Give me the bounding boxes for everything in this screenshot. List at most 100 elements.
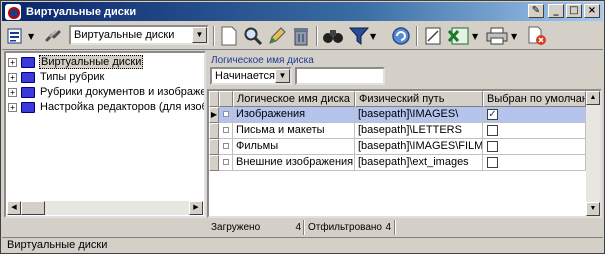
- toolbar-separator: [213, 26, 215, 46]
- tree-item-editor-settings[interactable]: + Настройка редакторов (для изображ: [8, 99, 204, 115]
- filter-condition-select[interactable]: Начинается ▼: [210, 67, 292, 85]
- tree-panel[interactable]: + Виртуальные диски + Типы рубрик + Рубр…: [4, 51, 206, 218]
- filtered-label: Отфильтровано: [308, 222, 382, 233]
- maximize-button[interactable]: □: [566, 4, 582, 18]
- table-row-selector[interactable]: [219, 123, 233, 139]
- view-list-icon[interactable]: [5, 25, 27, 47]
- tree-horizontal-scrollbar[interactable]: ◀ ▶: [7, 201, 203, 215]
- table-cell-name[interactable]: Фильмы: [233, 139, 355, 155]
- expand-icon[interactable]: +: [8, 57, 17, 67]
- table-cell-default[interactable]: ✓: [483, 107, 586, 123]
- toolbar: ▼ Виртуальные диски ▼ ▼ ▼ ▼: [2, 22, 603, 50]
- excel-export-icon[interactable]: [448, 25, 470, 47]
- chevron-down-icon[interactable]: ▼: [275, 69, 290, 83]
- row-checkbox[interactable]: [223, 127, 229, 133]
- search-icon[interactable]: [242, 25, 264, 47]
- link-icon[interactable]: [42, 25, 64, 47]
- filter-dropdown-arrow[interactable]: ▼: [370, 32, 376, 41]
- binoculars-icon[interactable]: [322, 25, 344, 47]
- minimize-button[interactable]: _: [548, 4, 564, 18]
- tree-item-label: Рубрики документов и изображений: [40, 86, 206, 98]
- filtered-count: 4: [385, 222, 391, 233]
- delete-icon[interactable]: [290, 25, 312, 47]
- table-cell-path[interactable]: [basepath]\ext_images: [355, 155, 483, 171]
- new-document-icon[interactable]: [218, 25, 240, 47]
- table-cell-name[interactable]: Внешние изображения: [233, 155, 355, 171]
- scroll-right-icon[interactable]: ▶: [189, 201, 203, 215]
- row-indicator: [209, 123, 219, 139]
- close-button[interactable]: ×: [584, 4, 600, 18]
- table-cell-path[interactable]: [basepath]\LETTERS: [355, 123, 483, 139]
- loaded-count: 4: [295, 222, 301, 233]
- edit-icon[interactable]: [266, 25, 288, 47]
- column-header-default[interactable]: Выбран по умолчанию: [483, 91, 586, 107]
- status-separator: [394, 220, 396, 235]
- form-icon[interactable]: [422, 25, 444, 47]
- toolbar-separator: [316, 26, 318, 46]
- print-dropdown-arrow[interactable]: ▼: [511, 32, 517, 41]
- chevron-down-icon[interactable]: ▼: [192, 27, 207, 43]
- export-dropdown-arrow[interactable]: ▼: [472, 32, 478, 41]
- tree-item-label: Виртуальные диски: [39, 55, 144, 69]
- row-indicator-header: [209, 91, 219, 107]
- default-checkbox[interactable]: [487, 125, 498, 136]
- column-header-name[interactable]: Логическое имя диска: [233, 91, 355, 107]
- row-indicator: [209, 139, 219, 155]
- folder-icon: [21, 101, 35, 113]
- filter-icon[interactable]: [348, 25, 370, 47]
- table-row-selector[interactable]: [219, 139, 233, 155]
- status-bar: Виртуальные диски: [2, 237, 603, 253]
- scroll-left-icon[interactable]: ◀: [7, 201, 21, 215]
- table-row-selector[interactable]: [219, 155, 233, 171]
- checkbox-column-header[interactable]: [219, 91, 233, 107]
- view-dropdown-arrow[interactable]: ▼: [28, 32, 34, 41]
- app-icon[interactable]: [5, 3, 21, 20]
- printer-icon[interactable]: [486, 25, 508, 47]
- disks-grid[interactable]: Логическое имя диска Физический путь Выб…: [207, 89, 602, 218]
- filter-value-input[interactable]: [295, 67, 385, 85]
- scroll-down-icon[interactable]: ▼: [586, 202, 600, 216]
- refresh-icon[interactable]: [390, 25, 412, 47]
- help-icon[interactable]: ✎: [528, 4, 544, 18]
- row-checkbox[interactable]: [223, 111, 229, 117]
- table-cell-default[interactable]: [483, 139, 586, 155]
- loaded-label: Загружено: [211, 222, 261, 233]
- expand-icon[interactable]: +: [8, 72, 17, 82]
- filter-title: Логическое имя диска: [211, 55, 314, 66]
- row-checkbox[interactable]: [223, 159, 229, 165]
- default-checkbox[interactable]: [487, 157, 498, 168]
- section-selector-value: Виртуальные диски: [74, 29, 175, 41]
- title-bar[interactable]: Виртуальные диски ✎ _ □ ×: [2, 2, 603, 21]
- expand-icon[interactable]: +: [8, 87, 17, 97]
- tree-item-document-rubrics[interactable]: + Рубрики документов и изображений: [8, 84, 206, 100]
- default-checkbox[interactable]: [487, 141, 498, 152]
- expand-icon[interactable]: +: [8, 102, 17, 112]
- filter-condition-value: Начинается: [215, 70, 276, 82]
- scroll-up-icon[interactable]: ▲: [586, 91, 600, 105]
- table-cell-path[interactable]: [basepath]\IMAGES\FILMS: [355, 139, 483, 155]
- row-indicator: [209, 155, 219, 171]
- row-checkbox[interactable]: [223, 143, 229, 149]
- folder-icon: [21, 71, 35, 83]
- column-header-path[interactable]: Физический путь: [355, 91, 483, 107]
- table-cell-name[interactable]: Письма и макеты: [233, 123, 355, 139]
- toolbar-separator: [416, 26, 418, 46]
- row-pointer-icon: ▶: [209, 107, 219, 123]
- table-cell-default[interactable]: [483, 123, 586, 139]
- window-controls: ✎ _ □ ×: [528, 4, 600, 18]
- tree-item-rubric-types[interactable]: + Типы рубрик: [8, 69, 105, 85]
- default-checkbox-checked[interactable]: ✓: [487, 109, 498, 120]
- table-cell-path[interactable]: [basepath]\IMAGES\: [355, 107, 483, 123]
- folder-icon: [21, 56, 35, 68]
- table-cell-name[interactable]: Изображения: [233, 107, 355, 123]
- tree-item-label: Настройка редакторов (для изображ: [40, 101, 204, 113]
- table-cell-default[interactable]: [483, 155, 586, 171]
- table-row-selector[interactable]: [219, 107, 233, 123]
- close-document-icon[interactable]: [526, 25, 548, 47]
- tree-item-label: Типы рубрик: [40, 71, 105, 83]
- tree-item-virtual-disks[interactable]: + Виртуальные диски: [8, 54, 144, 70]
- grid-vertical-scrollbar[interactable]: ▲ ▼: [586, 91, 600, 216]
- section-selector[interactable]: Виртуальные диски ▼: [69, 25, 209, 45]
- scroll-thumb[interactable]: [21, 201, 45, 215]
- status-separator: [303, 220, 305, 235]
